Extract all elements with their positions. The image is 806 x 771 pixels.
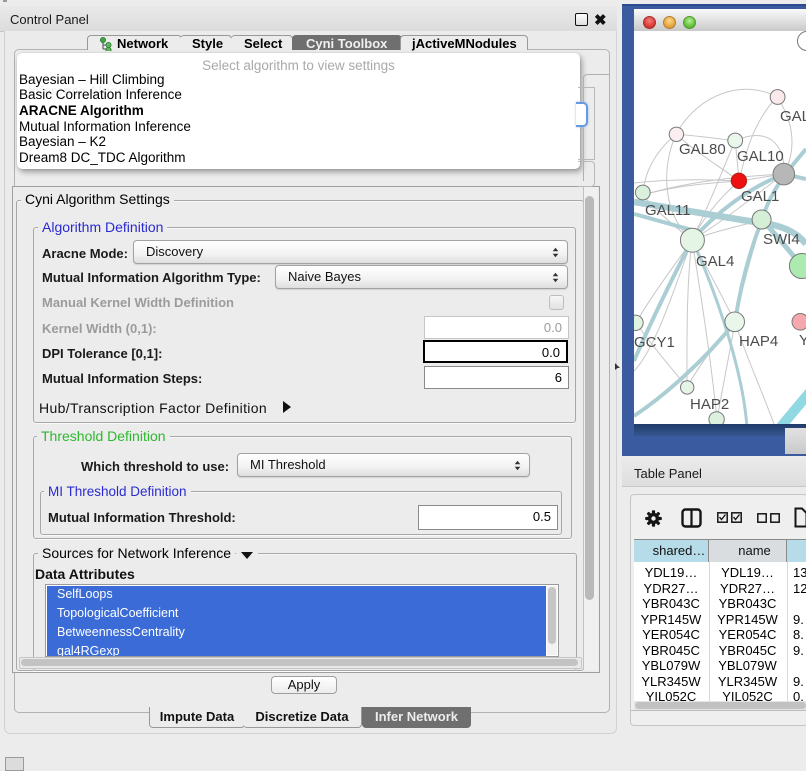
svg-text:HAP4: HAP4 (739, 333, 778, 350)
svg-text:HAP2: HAP2 (690, 396, 729, 413)
svg-text:SWI4: SWI4 (763, 231, 800, 248)
svg-text:GCY1: GCY1 (634, 334, 675, 351)
svg-text:GAL4: GAL4 (696, 253, 734, 270)
svg-text:GAL80: GAL80 (679, 141, 726, 158)
svg-text:GAL10: GAL10 (737, 148, 784, 165)
svg-text:GAL11: GAL11 (645, 202, 691, 219)
svg-text:GAL7: GAL7 (780, 108, 806, 125)
svg-text:GAL1: GAL1 (741, 188, 779, 205)
svg-text:YD: YD (799, 332, 806, 349)
